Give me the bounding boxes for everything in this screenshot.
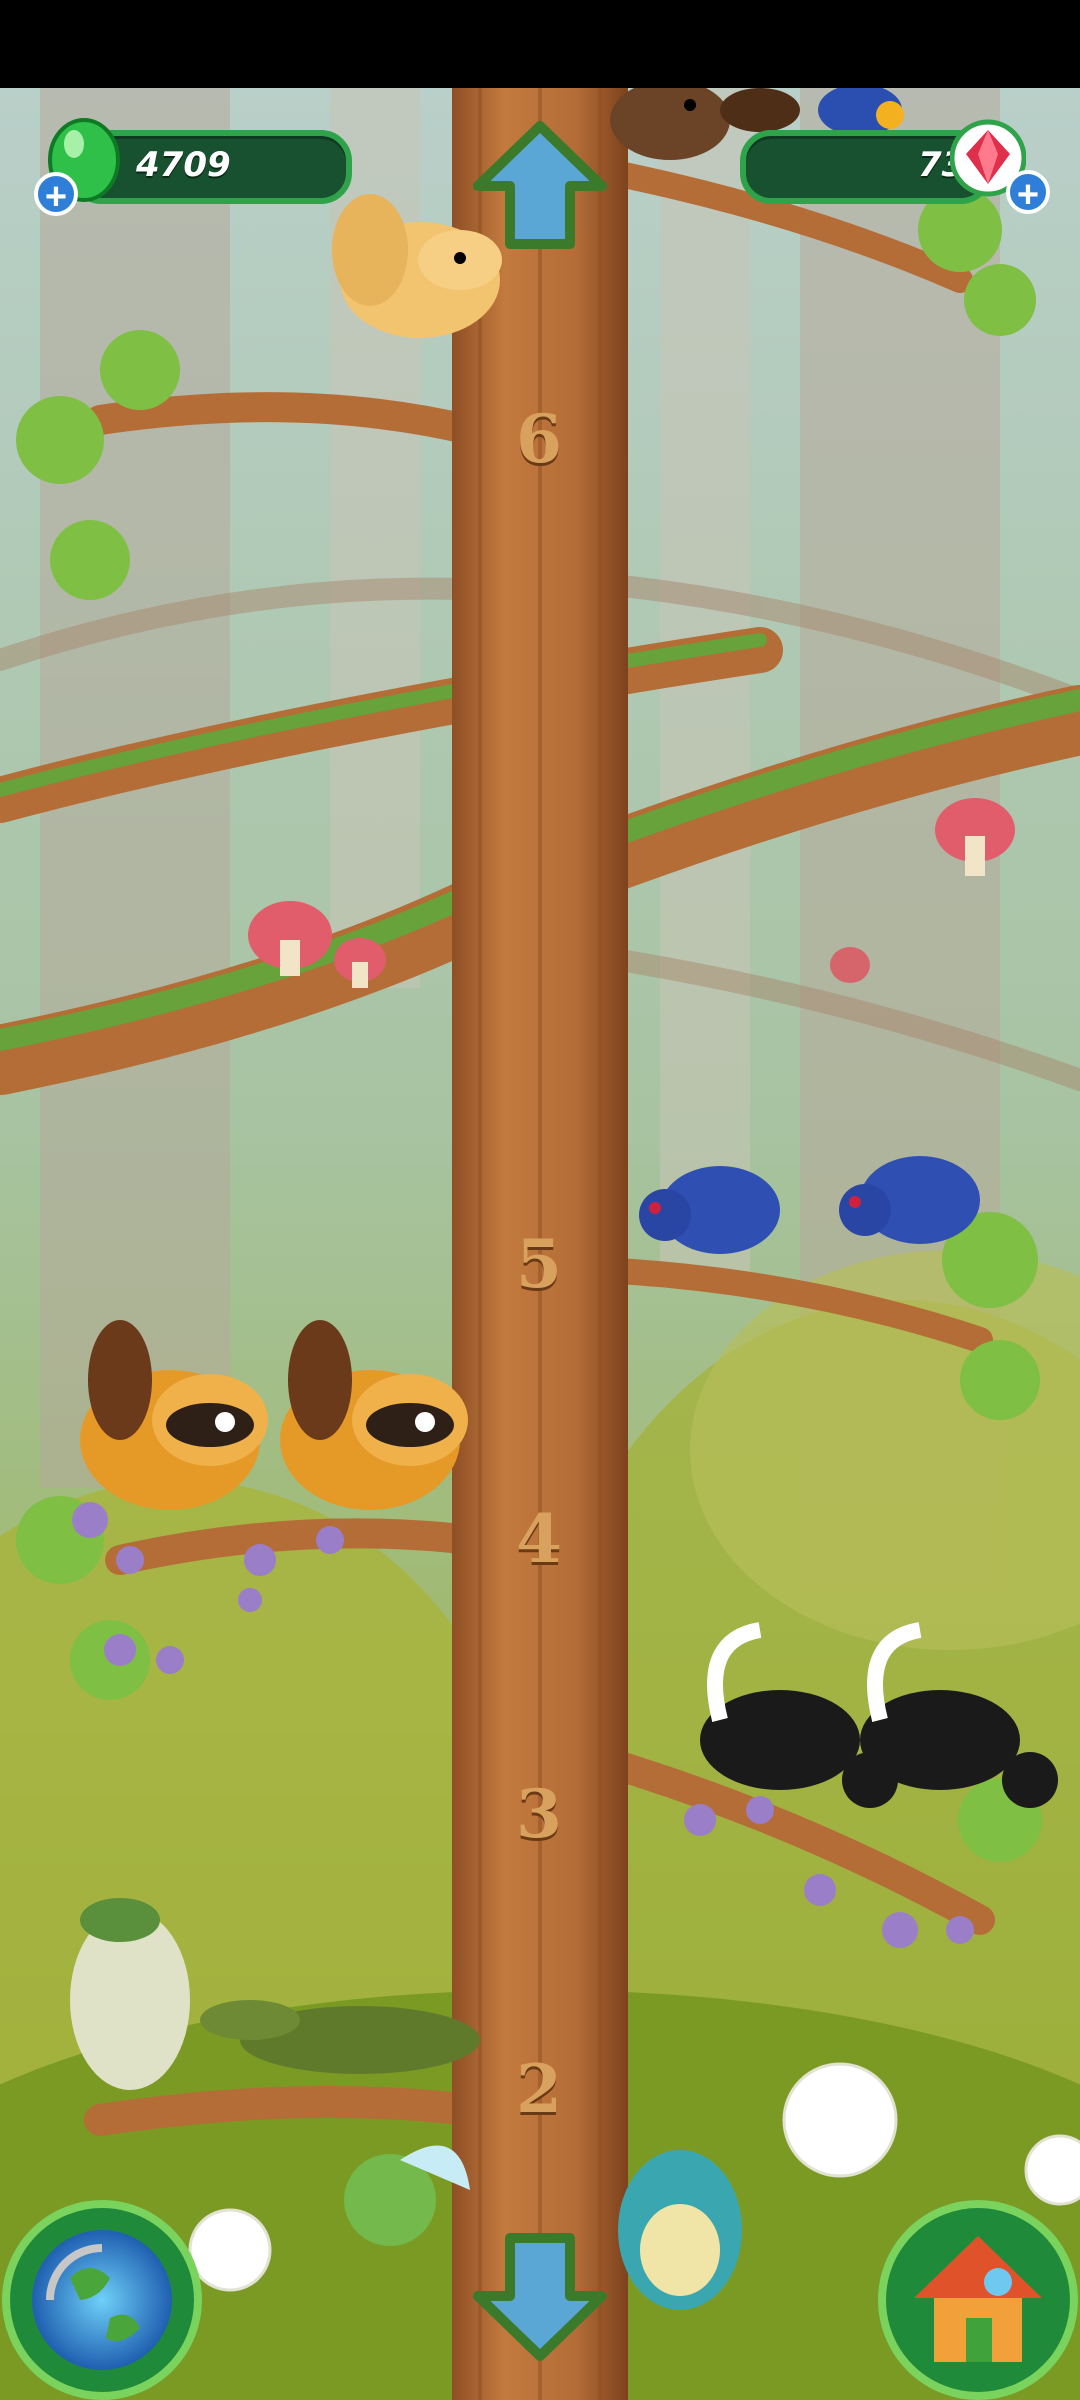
add-crystals-plus-icon[interactable]: + (1006, 170, 1050, 216)
floor-2-number: 2 (516, 2050, 562, 2128)
status-bar-area (0, 0, 1080, 88)
home-button[interactable] (878, 2200, 1078, 2400)
gems-value: 4709 (136, 145, 231, 185)
house-icon (914, 2236, 1042, 2362)
game-scene (0, 80, 1080, 2400)
up-arrow-icon[interactable] (470, 120, 610, 250)
frog-creature[interactable] (618, 2150, 742, 2310)
floor-3-number: 3 (516, 1775, 562, 1853)
floor-4-number: 4 (516, 1500, 562, 1578)
add-gems-plus-icon[interactable]: + (34, 172, 78, 218)
world-map-button[interactable] (2, 2200, 202, 2400)
down-arrow-icon[interactable] (470, 2232, 610, 2362)
globe-icon (32, 2230, 172, 2370)
floor-5-number: 5 (516, 1225, 562, 1303)
floor-6-number: 6 (516, 400, 562, 478)
